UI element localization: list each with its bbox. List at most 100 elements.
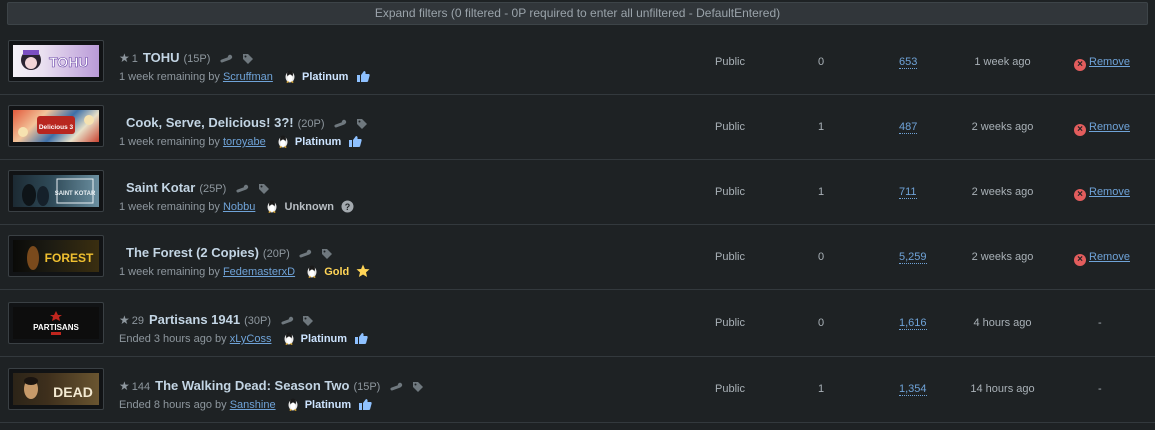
game-thumbnail[interactable]: Delicious 3 bbox=[8, 105, 104, 147]
game-thumbnail[interactable]: TOHU bbox=[8, 40, 104, 82]
tag-icon[interactable] bbox=[412, 381, 424, 393]
time-created: 2 weeks ago bbox=[971, 251, 1034, 263]
thumb-label: SAINT KOTAR bbox=[55, 191, 96, 197]
time-remaining: 1 week remaining by bbox=[119, 71, 220, 83]
entries-count[interactable]: 1,616 bbox=[899, 290, 927, 356]
help-icon: ? bbox=[341, 200, 354, 213]
entries-count[interactable]: 711 bbox=[899, 160, 917, 224]
creator-link[interactable]: xLyCoss bbox=[230, 333, 272, 345]
svg-text:?: ? bbox=[345, 202, 351, 212]
steam-icon[interactable] bbox=[333, 119, 347, 129]
creator-link[interactable]: Sanshine bbox=[230, 399, 276, 411]
comment-count: 0 bbox=[818, 56, 825, 68]
linux-penguin-icon bbox=[267, 200, 277, 213]
tag-icon[interactable] bbox=[302, 315, 314, 327]
game-title[interactable]: TOHU bbox=[143, 50, 180, 65]
remove-label[interactable]: Remove bbox=[1089, 251, 1130, 263]
rating-count: 144 bbox=[131, 381, 151, 393]
creator-link[interactable]: Scruffman bbox=[223, 71, 273, 83]
close-icon[interactable]: × bbox=[1074, 59, 1086, 71]
visibility: Public bbox=[715, 56, 745, 68]
game-thumbnail[interactable]: PARTISANS bbox=[8, 302, 104, 344]
points-cost: (20P) bbox=[262, 248, 290, 260]
tag-icon[interactable] bbox=[356, 118, 368, 130]
entries-count[interactable]: 487 bbox=[899, 95, 918, 159]
time-remaining: 1 week remaining by bbox=[119, 136, 220, 148]
game-title[interactable]: The Forest (2 Copies) bbox=[126, 245, 259, 260]
time-created: 1 week ago bbox=[974, 56, 1031, 68]
points-cost: (15P) bbox=[353, 381, 381, 393]
game-art: PARTISANS bbox=[33, 311, 79, 335]
steam-icon[interactable] bbox=[298, 249, 312, 259]
creator-link[interactable]: Nobbu bbox=[223, 201, 255, 213]
points-cost: (30P) bbox=[244, 315, 271, 327]
comment-count: 1 bbox=[818, 383, 825, 395]
creator-link[interactable]: FedemasterxD bbox=[223, 266, 295, 278]
close-icon[interactable]: × bbox=[1074, 189, 1086, 201]
visibility: Public bbox=[715, 121, 745, 133]
remove-label[interactable]: Remove bbox=[1089, 121, 1130, 133]
entries-count[interactable]: 1,354 bbox=[899, 357, 927, 422]
expand-filters-button[interactable]: Expand filters (0 filtered - 0P required… bbox=[7, 2, 1148, 25]
linux-penguin-icon bbox=[307, 265, 317, 278]
time-remaining: Ended 8 hours ago by bbox=[119, 399, 227, 411]
visibility: Public bbox=[715, 251, 745, 263]
tag-icon[interactable] bbox=[321, 248, 333, 260]
thumbs-up-icon bbox=[355, 333, 368, 344]
close-icon[interactable]: × bbox=[1074, 254, 1086, 266]
user-level: Platinum bbox=[302, 71, 349, 83]
remove-button[interactable]: × Remove bbox=[1074, 160, 1144, 224]
game-title[interactable]: Saint Kotar bbox=[126, 180, 195, 195]
user-level: Platinum bbox=[300, 333, 348, 345]
user-level: Gold bbox=[324, 266, 350, 278]
time-created: 2 weeks ago bbox=[971, 121, 1034, 133]
game-thumbnail[interactable]: FOREST bbox=[8, 235, 104, 277]
rating-count: 29 bbox=[131, 315, 145, 327]
game-thumbnail[interactable]: SAINT KOTAR bbox=[8, 170, 104, 212]
visibility: Public bbox=[715, 186, 745, 198]
remove-label[interactable]: Remove bbox=[1089, 56, 1130, 68]
game-title[interactable]: Partisans 1941 bbox=[149, 312, 240, 327]
giveaway-row: SAINT KOTAR Saint Kotar (25P) 1 week rema… bbox=[0, 160, 1155, 225]
steam-icon[interactable] bbox=[219, 54, 233, 64]
giveaway-row: DEAD ★ 144 The Walking Dead: Season Two (15… bbox=[0, 357, 1155, 423]
remove-button[interactable]: × Remove bbox=[1074, 225, 1144, 289]
gold-star-icon bbox=[356, 264, 370, 277]
comment-count: 0 bbox=[818, 251, 825, 263]
steam-icon[interactable] bbox=[389, 382, 403, 392]
thumb-label: PARTISANS bbox=[33, 323, 79, 332]
remove-button[interactable]: × Remove bbox=[1074, 95, 1144, 159]
game-art: FOREST bbox=[27, 246, 94, 270]
visibility: Public bbox=[715, 383, 745, 395]
thumbs-up-icon bbox=[356, 71, 370, 82]
steam-icon[interactable] bbox=[235, 184, 249, 194]
thumb-label: TOHU bbox=[49, 54, 88, 70]
points-cost: (15P) bbox=[183, 53, 211, 65]
game-title[interactable]: The Walking Dead: Season Two bbox=[155, 378, 349, 393]
entries-count[interactable]: 5,259 bbox=[899, 225, 927, 289]
tag-icon[interactable] bbox=[258, 183, 270, 195]
game-thumbnail[interactable]: DEAD bbox=[8, 368, 104, 410]
creator-link[interactable]: toroyabe bbox=[223, 136, 266, 148]
game-title[interactable]: Cook, Serve, Delicious! 3?! bbox=[126, 115, 294, 130]
close-icon[interactable]: × bbox=[1074, 124, 1086, 136]
time-remaining: Ended 3 hours ago by bbox=[119, 333, 227, 345]
steam-icon[interactable] bbox=[280, 316, 294, 326]
points-cost: (25P) bbox=[199, 183, 227, 195]
star-icon: ★ bbox=[119, 379, 130, 393]
tag-icon[interactable] bbox=[242, 53, 254, 65]
entries-count[interactable]: 653 bbox=[899, 30, 918, 94]
remove-button[interactable]: × Remove bbox=[1074, 30, 1144, 94]
game-art: SAINT KOTAR bbox=[22, 178, 96, 206]
remove-label[interactable]: Remove bbox=[1089, 186, 1130, 198]
thumb-label: FOREST bbox=[45, 251, 94, 265]
giveaway-row: TOHU ★ 1 TOHU (15P) 1 week remaining by Scr… bbox=[0, 30, 1155, 95]
time-created: 2 weeks ago bbox=[971, 186, 1034, 198]
thumb-label: Delicious 3 bbox=[39, 124, 74, 131]
game-art: TOHU bbox=[21, 50, 89, 70]
linux-penguin-icon bbox=[288, 398, 298, 411]
giveaway-row: PARTISANS ★ 29 Partisans 1941 (30P) Ended 3… bbox=[0, 290, 1155, 357]
linux-penguin-icon bbox=[278, 135, 288, 148]
time-remaining: 1 week remaining by bbox=[119, 201, 220, 213]
time-created: 14 hours ago bbox=[970, 383, 1035, 395]
